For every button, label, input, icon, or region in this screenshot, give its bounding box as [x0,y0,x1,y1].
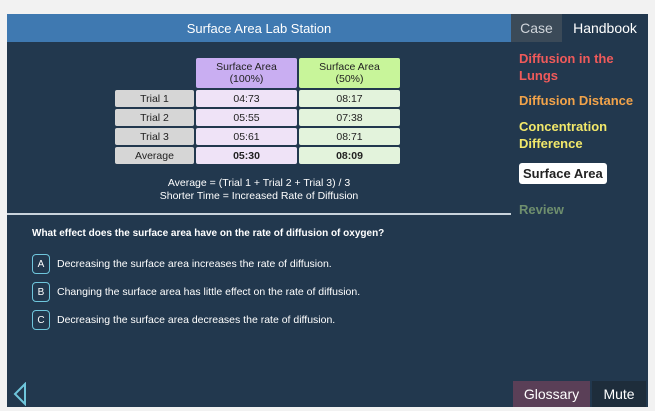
cell-50-average: 08:09 [299,147,400,164]
cell-100: 05:55 [196,109,297,126]
mute-button[interactable]: Mute [592,381,646,407]
option-text[interactable]: Decreasing the surface area decreases th… [57,314,335,326]
row-label: Trial 2 [115,109,194,126]
option-text[interactable]: Changing the surface area has little eff… [57,286,360,298]
tab-handbook[interactable]: Handbook [562,14,648,42]
app-frame: Surface Area Lab Station Surface Area (1… [7,14,648,407]
cell-100: 05:61 [196,128,297,145]
option-text[interactable]: Decreasing the surface area increases th… [57,258,332,270]
table-row: Trial 2 05:55 07:38 [115,109,400,126]
table-row: Average 05:30 08:09 [115,147,400,164]
page-title: Surface Area Lab Station [7,14,511,42]
sidebar-item-surface-area[interactable]: Surface Area [519,163,607,184]
question-text: What effect does the surface area have o… [32,228,385,239]
sidebar-item-diffusion-distance[interactable]: Diffusion Distance [519,92,633,109]
sidebar-item-review[interactable]: Review [519,201,564,218]
divider [7,213,511,215]
option-letter[interactable]: A [32,254,50,274]
answer-option-b[interactable]: B Changing the surface area has little e… [32,282,360,302]
option-letter[interactable]: B [32,282,50,302]
cell-100-average: 05:30 [196,147,297,164]
tab-case[interactable]: Case [511,14,562,42]
row-label: Trial 1 [115,90,194,107]
cell-50: 08:71 [299,128,400,145]
sidebar: Case Handbook Diffusion in the Lungs Dif… [511,14,648,407]
answer-option-a[interactable]: A Decreasing the surface area increases … [32,254,332,274]
col-header-100: Surface Area (100%) [196,58,297,88]
option-letter[interactable]: C [32,310,50,330]
sidebar-tabs: Case Handbook [511,14,648,42]
row-label: Average [115,147,194,164]
sidebar-item-diffusion-lungs[interactable]: Diffusion in the Lungs [519,50,648,84]
main-panel: Surface Area Lab Station Surface Area (1… [7,14,511,407]
answer-option-c[interactable]: C Decreasing the surface area decreases … [32,310,335,330]
cell-100: 04:73 [196,90,297,107]
diffusion-note: Shorter Time = Increased Rate of Diffusi… [159,190,359,202]
table-row: Trial 1 04:73 08:17 [115,90,400,107]
table-row: Trial 3 05:61 08:71 [115,128,400,145]
table-corner [115,58,194,88]
row-label: Trial 3 [115,128,194,145]
results-table: Surface Area (100%) Surface Area (50%) T… [113,56,402,166]
col-header-50: Surface Area (50%) [299,58,400,88]
glossary-button[interactable]: Glossary [513,381,590,407]
cell-50: 07:38 [299,109,400,126]
average-formula: Average = (Trial 1 + Trial 2 + Trial 3) … [167,177,351,189]
cell-50: 08:17 [299,90,400,107]
sidebar-item-concentration[interactable]: Concentration Difference [519,118,639,152]
